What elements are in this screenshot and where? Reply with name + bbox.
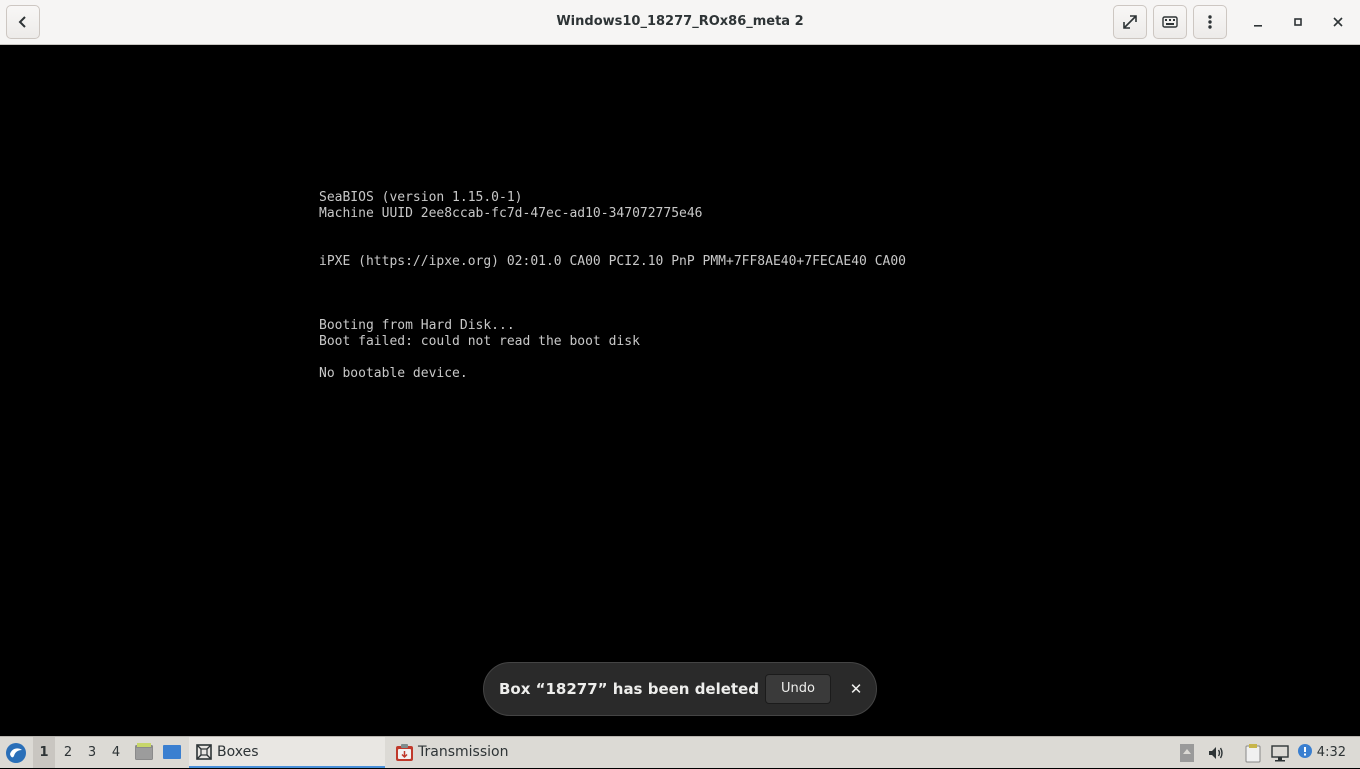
clipboard-button[interactable] xyxy=(1243,743,1263,763)
info-icon xyxy=(1298,744,1312,758)
task-label: Boxes xyxy=(217,744,259,760)
fullscreen-button[interactable] xyxy=(1113,5,1147,39)
close-icon xyxy=(1333,17,1343,27)
minimize-icon xyxy=(1254,25,1262,27)
up-arrow-icon xyxy=(1180,744,1194,762)
minimize-button[interactable] xyxy=(1241,5,1275,39)
keyboard-button[interactable] xyxy=(1153,5,1187,39)
clipboard-icon xyxy=(1245,744,1261,763)
menu-button[interactable] xyxy=(1193,5,1227,39)
updates-notifier-button[interactable] xyxy=(1296,743,1316,763)
header-bar: Windows10_18277_ROx86_meta 2 xyxy=(0,0,1360,45)
console-line: SeaBIOS (version 1.15.0-1) xyxy=(319,190,523,205)
workspace-4[interactable]: 4 xyxy=(105,737,127,768)
file-manager-launcher[interactable] xyxy=(134,742,154,762)
network-button[interactable] xyxy=(1270,743,1290,763)
fullscreen-icon xyxy=(1123,15,1137,29)
workspace-1[interactable]: 1 xyxy=(33,737,55,768)
volume-icon xyxy=(1209,747,1223,759)
dismiss-notification-button[interactable]: ✕ xyxy=(845,677,867,701)
console-line: Booting from Hard Disk... xyxy=(319,318,515,333)
back-arrow-icon xyxy=(18,16,26,28)
network-icon xyxy=(1271,745,1289,762)
maximize-icon xyxy=(1294,18,1302,26)
desktop-icon xyxy=(163,745,181,759)
close-button[interactable] xyxy=(1321,5,1355,39)
start-menu-icon xyxy=(6,743,26,763)
volume-button[interactable] xyxy=(1206,743,1226,763)
workspace-2[interactable]: 2 xyxy=(57,737,79,768)
console-line: No bootable device. xyxy=(319,366,468,381)
show-desktop-button[interactable] xyxy=(162,742,182,762)
taskbar: 1 2 3 4 Boxes Transmission 4:32 xyxy=(0,736,1360,768)
window-title: Windows10_18277_ROx86_meta 2 xyxy=(556,14,804,29)
start-menu-button[interactable] xyxy=(4,741,28,765)
console-line: iPXE (https://ipxe.org) 02:01.0 CA00 PCI… xyxy=(319,254,906,269)
console-line: Machine UUID 2ee8ccab-fc7d-47ec-ad10-347… xyxy=(319,206,703,221)
deleted-notification: Box “18277” has been deleted Undo ✕ xyxy=(483,662,877,716)
tray-toggle-button[interactable] xyxy=(1178,743,1198,763)
notification-message: Box “18277” has been deleted xyxy=(499,680,760,698)
task-boxes[interactable]: Boxes xyxy=(189,737,385,768)
vm-display[interactable]: SeaBIOS (version 1.15.0-1) Machine UUID … xyxy=(0,45,1360,736)
task-label: Transmission xyxy=(418,744,509,760)
back-button[interactable] xyxy=(6,5,40,39)
clock[interactable]: 4:32 xyxy=(1317,737,1346,768)
maximize-button[interactable] xyxy=(1281,5,1315,39)
folder-icon xyxy=(135,743,153,760)
transmission-icon xyxy=(396,744,413,761)
kebab-menu-icon xyxy=(1208,15,1212,29)
console-line: Boot failed: could not read the boot dis… xyxy=(319,334,640,349)
keyboard-icon xyxy=(1162,16,1178,28)
task-transmission[interactable]: Transmission xyxy=(390,737,550,768)
undo-button[interactable]: Undo xyxy=(765,674,831,704)
workspace-3[interactable]: 3 xyxy=(81,737,103,768)
boxes-icon xyxy=(196,744,212,760)
